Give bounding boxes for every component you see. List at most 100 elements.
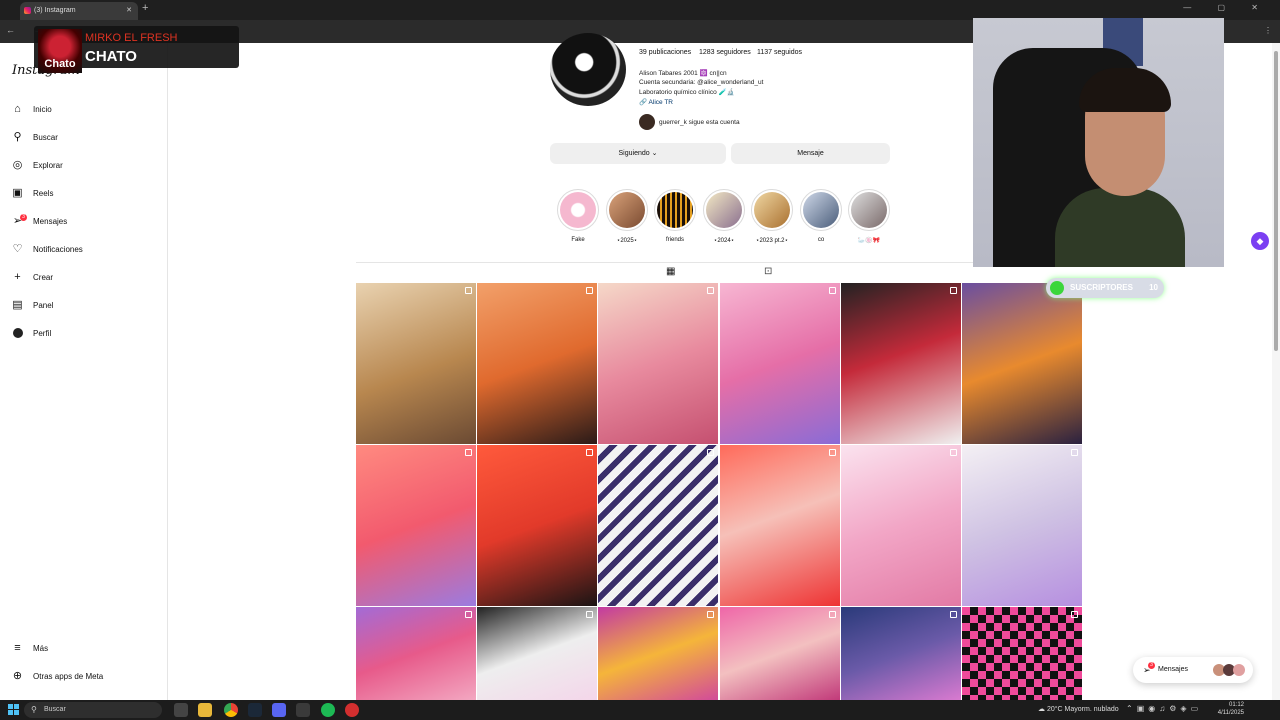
highlight-item[interactable]: ⋆2025⋆ [606, 189, 648, 244]
search-icon: ⚲ [31, 705, 37, 714]
sidebar-item-label: Explorar [33, 160, 63, 170]
carousel-icon [465, 449, 472, 456]
highlight-cover [557, 189, 599, 231]
post-thumbnail[interactable] [841, 283, 961, 444]
scrollbar-thumb[interactable] [1274, 51, 1278, 351]
profile-avatar[interactable] [550, 33, 626, 106]
clock-date: 4/11/2025 [1217, 710, 1244, 716]
sidebar-item-label: Crear [33, 272, 54, 282]
post-thumbnail[interactable] [477, 607, 597, 700]
person-shirt [1055, 188, 1185, 267]
weather-widget[interactable]: ☁ 20°C Mayorm. nublado [1038, 705, 1119, 713]
sidebar-item-more[interactable]: ≡ Más [12, 640, 48, 656]
following-count[interactable]: 1137 seguidos [757, 49, 802, 56]
messages-pill[interactable]: ➢ 3 Mensajes [1133, 657, 1253, 683]
highlight-label: ⋆2024⋆ [713, 238, 735, 244]
post-thumbnail[interactable] [356, 607, 476, 700]
sidebar-item-messages[interactable]: ➢ 3 Mensajes [12, 213, 67, 229]
sidebar-item-create[interactable]: + Crear [12, 269, 53, 285]
carousel-icon [586, 449, 593, 456]
sidebar-item-label: Reels [33, 188, 54, 198]
sidebar-item-profile[interactable]: Perfil [12, 325, 51, 341]
bio-link[interactable]: 🔗 Alice TR [639, 98, 673, 106]
carousel-icon [707, 611, 714, 618]
taskbar-clock[interactable]: 01:12 4/11/2025 [1218, 701, 1244, 717]
tab-instagram[interactable]: (3) Instagram ✕ [20, 2, 138, 20]
highlight-cover [848, 189, 890, 231]
post-thumbnail[interactable] [477, 445, 597, 606]
messages-pill-label: Mensajes [1158, 666, 1188, 673]
profile-avatar-icon [12, 328, 23, 339]
obs-icon[interactable] [345, 703, 359, 717]
sidebar-item-home[interactable]: ⌂ Inicio [12, 101, 52, 117]
task-view-icon[interactable] [174, 703, 188, 717]
post-thumbnail[interactable] [962, 445, 1082, 606]
chrome-icon[interactable] [224, 703, 238, 717]
post-thumbnail[interactable] [598, 283, 718, 444]
post-thumbnail[interactable] [598, 445, 718, 606]
post-thumbnail[interactable] [841, 445, 961, 606]
highlight-item[interactable]: co [800, 189, 842, 243]
tagged-icon[interactable]: ⊡ [764, 266, 772, 277]
post-thumbnail[interactable] [841, 607, 961, 700]
compass-icon: ◎ [12, 158, 23, 171]
post-thumbnail[interactable] [356, 283, 476, 444]
windows-start-icon[interactable] [8, 704, 20, 716]
browser-menu-icon[interactable]: ⋮ [1264, 26, 1272, 35]
posts-grid-icon[interactable]: ▦ [666, 266, 675, 277]
highlight-label: 🦢🍥🎀 [857, 238, 881, 244]
highlight-item[interactable]: ⋆2024⋆ [703, 189, 745, 244]
highlight-item[interactable]: friends [654, 189, 696, 243]
spotify-icon[interactable] [321, 703, 335, 717]
post-thumbnail[interactable] [720, 283, 840, 444]
carousel-icon [707, 449, 714, 456]
new-tab-button[interactable]: + [142, 2, 148, 14]
sidebar-item-meta-apps[interactable]: ⊕ Otras apps de Meta [12, 668, 103, 684]
sidebar-item-search[interactable]: ⚲ Buscar [12, 129, 57, 145]
sidebar-item-label: Inicio [33, 104, 52, 114]
followers-count[interactable]: 1283 seguidores [699, 49, 751, 56]
menu-icon: ≡ [14, 641, 21, 654]
page-scrollbar[interactable] [1272, 43, 1280, 700]
highlight-cover [703, 189, 745, 231]
carousel-icon [465, 287, 472, 294]
close-tab-icon[interactable]: ✕ [126, 2, 132, 20]
song-title: CHATO [85, 48, 137, 65]
browser-tab-bar: (3) Instagram ✕ + — ▢ ✕ [0, 0, 1280, 20]
steam-icon[interactable] [248, 703, 262, 717]
extension-icon[interactable]: ◆ [1251, 232, 1269, 250]
post-thumbnail[interactable] [356, 445, 476, 606]
carousel-icon [1071, 449, 1078, 456]
post-thumbnail[interactable] [720, 445, 840, 606]
carousel-icon [829, 287, 836, 294]
sidebar-item-dashboard[interactable]: ▤ Panel [12, 297, 53, 313]
taskbar-search[interactable]: ⚲ Buscar [24, 702, 162, 718]
heart-icon: ♡ [12, 242, 23, 255]
sidebar-item-explore[interactable]: ◎ Explorar [12, 157, 63, 173]
post-thumbnail[interactable] [962, 283, 1082, 444]
weather-text: 20°C Mayorm. nublado [1046, 706, 1119, 713]
highlight-item[interactable]: 🦢🍥🎀 [848, 189, 890, 244]
carousel-icon [950, 611, 957, 618]
album-art: Chato [38, 29, 82, 73]
discord-icon[interactable] [272, 703, 286, 717]
post-thumbnail[interactable] [720, 607, 840, 700]
message-button[interactable]: Mensaje [731, 143, 890, 164]
bio-line: Cuenta secundaria: @alice_wonderland_ut [639, 79, 764, 86]
file-explorer-icon[interactable] [198, 703, 212, 717]
followed-by-text[interactable]: guerrer_k sigue esta cuenta [659, 119, 740, 126]
following-button[interactable]: Siguiendo ⌄ [550, 143, 726, 164]
post-thumbnail[interactable] [477, 283, 597, 444]
highlight-item[interactable]: Fake [557, 189, 599, 243]
app-icon[interactable] [296, 703, 310, 717]
sidebar-item-notifications[interactable]: ♡ Notificaciones [12, 241, 83, 257]
post-thumbnail[interactable] [598, 607, 718, 700]
system-tray-icons[interactable]: ⌃▣◉♫⚙◈▭ [1126, 704, 1202, 713]
window-controls[interactable]: — ▢ ✕ [1183, 3, 1270, 12]
carousel-icon [950, 287, 957, 294]
highlight-item[interactable]: ⋆2023 pt.2⋆ [751, 189, 793, 244]
dashboard-icon: ▤ [12, 298, 23, 311]
reels-icon: ▣ [12, 186, 23, 199]
post-thumbnail[interactable] [962, 607, 1082, 700]
sidebar-item-reels[interactable]: ▣ Reels [12, 185, 53, 201]
